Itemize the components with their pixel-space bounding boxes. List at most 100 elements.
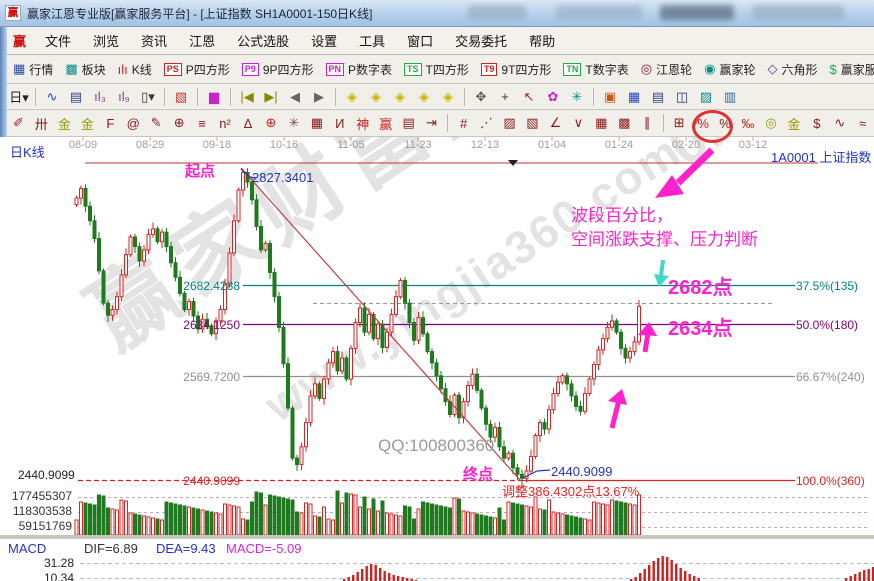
menu-formula-stockpick[interactable]: 公式选股 [226,28,300,53]
export-button[interactable]: ▨ [694,88,718,106]
gann-grid-tool[interactable]: 卅 [30,114,53,133]
n-square-tool[interactable]: n² [214,116,237,131]
brush-tool[interactable]: ✐ [7,115,30,131]
p-square-button[interactable]: PSP四方形 [158,59,236,80]
pen-tool[interactable]: ✎ [145,115,168,131]
t-number-table-button[interactable]: TNT数字表 [557,59,634,80]
f10-info-button[interactable]: ▤ [64,88,88,106]
fan-lines-tool[interactable]: ⋰ [475,115,498,131]
menu-window[interactable]: 窗口 [396,28,444,53]
menu-settings[interactable]: 设置 [300,28,348,53]
diamond-tool-1[interactable]: ◈ [340,88,364,106]
t-number-table-button-icon: TN [563,63,581,76]
star-tool[interactable]: ✳ [282,115,305,131]
titlebar-blurred-item [556,5,642,20]
toolbar-separator [464,88,465,106]
grid-box-tool[interactable]: ▦ [305,115,328,131]
nine-p-square-button-label: 9P四方形 [263,61,314,78]
menu-gann[interactable]: 江恩 [178,28,226,53]
watermark-fragment: 0.com [655,137,838,180]
percent-line-tool[interactable]: ‰ [737,116,760,131]
winner-wheel-button-label: 赢家轮 [719,61,755,78]
approx-tool[interactable]: ≈ [851,116,874,131]
angle-ruler-tool[interactable]: ∆ [237,116,260,131]
percent-tool[interactable]: % [714,116,737,131]
last-bar-button[interactable]: ▶| [259,88,283,106]
gann-wheel-button[interactable]: ◎江恩轮 [635,59,698,80]
diamond-tool-3[interactable]: ◈ [388,88,412,106]
grid-tool[interactable]: ▦ [590,115,613,131]
target-tool[interactable]: ⊕ [259,115,282,131]
calculator-button[interactable]: ▦ [622,88,646,106]
wave-tool[interactable]: ∿ [828,115,851,131]
market-button[interactable]: ▦行情 [7,59,59,80]
price-scale-tool[interactable]: $ [805,116,828,131]
mini-chart-9-button[interactable]: ıl₉ [112,88,136,105]
diamond-tool-2[interactable]: ◈ [364,88,388,106]
hexagon-button[interactable]: ◇六角形 [761,59,823,80]
menu-file[interactable]: 文件 [34,28,82,53]
memo-button[interactable]: ▤ [646,88,670,106]
hexagon-button-label: 六角形 [781,61,817,78]
crosshair-button[interactable]: + [493,88,517,105]
fan-box-tool[interactable]: ▧ [521,115,544,131]
menu-help[interactable]: 帮助 [518,28,566,53]
frame-tool[interactable]: # [452,116,475,131]
grid-arrow-tool[interactable]: ▩ [613,115,636,131]
pointer-button[interactable]: ↖ [517,88,541,106]
flower-tool-button[interactable]: ✿ [541,88,565,106]
zigzag-tool[interactable]: И [328,116,351,131]
v-lines-tool[interactable]: ∨ [567,115,590,131]
hand-tool-button[interactable]: ✥ [469,88,493,106]
ruler-123-tool[interactable]: ▤ [397,115,420,131]
gold-circle-tool[interactable]: ◎ [760,115,783,131]
candle-style-button[interactable]: ▯▾ [136,88,160,106]
trend-angle-tool[interactable]: ∠ [544,115,567,131]
gold-ratio-tool-1[interactable]: 金 [53,114,76,133]
mini-chart-3-button[interactable]: ıl₃ [88,88,112,105]
nine-p-square-button[interactable]: P99P四方形 [236,59,320,80]
winner-service-button[interactable]: $赢家服务 [824,59,874,80]
next-bar-button[interactable]: ▶ [307,88,331,106]
print-button[interactable]: ▥ [718,88,742,106]
extend-tool[interactable]: ⇥ [420,115,443,131]
fan-fill-tool[interactable]: ▨ [498,115,521,131]
menu-tools[interactable]: 工具 [348,28,396,53]
sectors-button[interactable]: ▩板块 [59,59,111,80]
diamond-tool-5[interactable]: ◈ [436,88,460,106]
save-button[interactable]: ◫ [670,88,694,106]
sectors-button-icon: ▩ [65,61,77,77]
comb-lines-tool[interactable]: ≡ [191,116,214,131]
menu-trade[interactable]: 交易委托 [444,28,518,53]
nine-t-square-button-icon: T9 [481,63,498,76]
menu-browse[interactable]: 浏览 [82,28,130,53]
p-number-table-button[interactable]: PNP数字表 [320,59,399,80]
ratio-tool[interactable]: ⊞ [668,115,691,131]
first-bar-button[interactable]: |◀ [235,88,259,106]
fibonacci-f-tool[interactable]: F [99,116,122,131]
gold-ratio-tool-2[interactable]: 金 [76,114,99,133]
calendar-button[interactable]: ▣ [598,88,622,106]
diamond-tool-4[interactable]: ◈ [412,88,436,106]
indicator-button[interactable]: ▧ [169,88,193,106]
kline-button[interactable]: ılıK线 [112,59,158,80]
spiral-tool[interactable]: @ [122,116,145,131]
winner-wheel-button[interactable]: ◉赢家轮 [698,59,761,80]
wave-percent-tool[interactable]: ∕% [691,116,714,131]
period-day-button[interactable]: 日▾ [7,86,31,107]
kline-button-label: K线 [132,61,152,78]
nine-t-square-button[interactable]: T99T四方形 [475,59,558,80]
shen-tool[interactable]: 神 [351,114,374,133]
gold-line-tool[interactable]: 金 [782,114,805,133]
intraday-button[interactable]: ∿ [40,88,64,106]
prev-bar-button[interactable]: ◀ [283,88,307,106]
pattern-tool-button[interactable]: ✳ [565,88,589,106]
ying-tool[interactable]: 赢 [374,114,397,133]
toolbar-separator [663,114,664,132]
menu-news[interactable]: 资讯 [130,28,178,53]
kline-chart-canvas[interactable]: 赢家财富网 www.yingjia360.com 0.com 日K线 1A000… [0,137,874,581]
gann-circle-tool[interactable]: ⊕ [168,115,191,131]
t-square-button[interactable]: TST四方形 [398,59,475,80]
color-bar-button[interactable]: ▆ [202,88,226,106]
parallel-lines-tool[interactable]: ∥ [636,115,659,131]
